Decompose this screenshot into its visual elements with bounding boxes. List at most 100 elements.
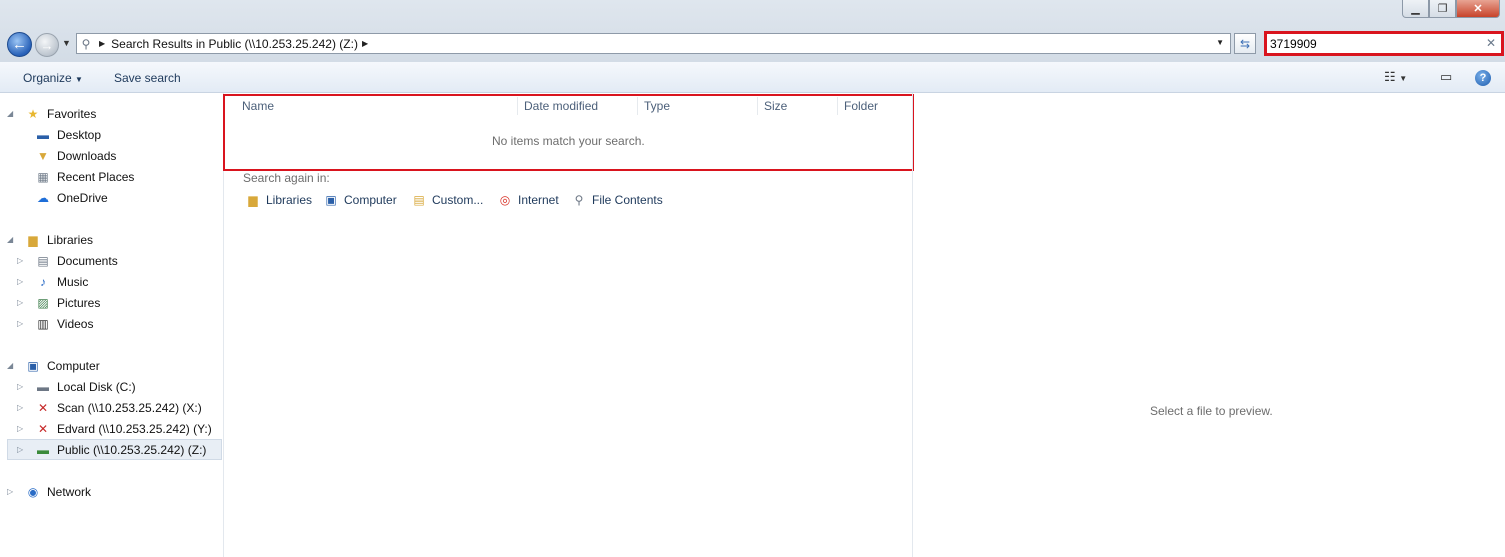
expand-icon[interactable]: ▷ [17, 319, 23, 328]
picture-icon: ▨ [37, 295, 49, 310]
help-icon: ? [1479, 72, 1487, 84]
nav-item-onedrive[interactable]: ☁ OneDrive [35, 187, 108, 208]
arrow-left-icon: ← [12, 36, 27, 53]
search-icon: ⚲ [81, 36, 91, 51]
cloud-icon: ☁ [37, 190, 49, 205]
nav-item-pictures[interactable]: ▷ ▨ Pictures [17, 292, 101, 313]
expand-icon[interactable]: ▷ [17, 256, 23, 265]
nav-label: Scan (\\10.253.25.242) (X:) [57, 400, 202, 415]
recent-pages-dropdown[interactable]: ▼ [62, 38, 71, 48]
address-dropdown-icon[interactable]: ▼ [1216, 38, 1224, 47]
expand-icon[interactable]: ◢ [7, 109, 13, 118]
search-box[interactable]: ✕ [1264, 31, 1504, 56]
expand-icon[interactable]: ▷ [17, 382, 23, 391]
organize-label: Organize [23, 71, 72, 85]
nav-item-scan-drive[interactable]: ▷ ✕ Scan (\\10.253.25.242) (X:) [17, 397, 202, 418]
nav-item-local-disk[interactable]: ▷ ▬ Local Disk (C:) [17, 376, 136, 397]
close-button[interactable]: ✕ [1456, 0, 1500, 18]
breadcrumb-arrow-icon[interactable]: ▶ [362, 39, 368, 48]
library-folder-icon: ▆ [248, 193, 258, 207]
desktop-icon: ▬ [37, 127, 49, 142]
nav-label: Documents [57, 253, 118, 268]
computer-icon: ▣ [325, 193, 337, 207]
back-button[interactable]: ← [7, 32, 32, 57]
maximize-button[interactable]: ❐ [1429, 0, 1456, 18]
address-bar[interactable]: ⚲ ▶ Search Results in Public (\\10.253.2… [76, 33, 1231, 54]
nav-network[interactable]: ▷ ◉ Network [7, 481, 92, 502]
disconnected-network-drive-icon: ✕ [37, 421, 49, 436]
preview-pane-icon: ▭ [1440, 69, 1453, 84]
link-label: Custom... [432, 193, 484, 207]
expand-icon[interactable]: ◢ [7, 361, 13, 370]
nav-item-music[interactable]: ▷ ♪ Music [17, 271, 89, 292]
nav-label: Favorites [47, 106, 97, 121]
preview-pane-divider[interactable] [912, 93, 913, 557]
organize-button[interactable]: Organize ▼ [23, 71, 83, 85]
search-again-computer[interactable]: ▣ Computer [323, 193, 396, 207]
nav-item-public-drive[interactable]: ▷ ▬ Public (\\10.253.25.242) (Z:) [7, 439, 222, 460]
nav-label: Pictures [57, 295, 101, 310]
network-drive-icon: ▬ [37, 442, 49, 457]
link-label: File Contents [592, 193, 663, 207]
expand-icon[interactable]: ▷ [17, 445, 23, 454]
arrow-right-icon: → [40, 37, 54, 53]
search-again-label: Search again in: [243, 171, 330, 185]
nav-label: Libraries [47, 232, 94, 247]
nav-item-videos[interactable]: ▷ ▥ Videos [17, 313, 94, 334]
clear-search-icon[interactable]: ✕ [1486, 36, 1496, 50]
custom-folder-icon: ▤ [413, 193, 425, 207]
title-bar: ▁ ❐ ✕ ← → ▼ ⚲ ▶ Search Results in Public… [0, 0, 1505, 62]
results-highlight-box [223, 94, 914, 171]
document-icon: ▤ [37, 253, 49, 268]
downloads-folder-icon: ▼ [37, 148, 49, 163]
link-label: Internet [518, 193, 559, 207]
hard-drive-icon: ▬ [37, 379, 49, 394]
preview-pane-button[interactable]: ▭ [1440, 69, 1452, 85]
details-view-icon: ☷ [1384, 69, 1396, 84]
nav-item-downloads[interactable]: ▼ Downloads [35, 145, 116, 166]
preview-message: Select a file to preview. [1150, 404, 1273, 418]
search-again-file-contents[interactable]: ⚲ File Contents [571, 193, 663, 207]
library-folder-icon: ▆ [28, 232, 38, 247]
search-input[interactable] [1267, 36, 1473, 51]
refresh-button[interactable]: ⇆ [1234, 33, 1256, 54]
expand-icon[interactable]: ▷ [17, 298, 23, 307]
expand-icon[interactable]: ▷ [7, 487, 13, 496]
refresh-icon: ⇆ [1239, 36, 1251, 51]
save-search-button[interactable]: Save search [114, 71, 181, 85]
nav-favorites[interactable]: ◢ ★ Favorites [7, 103, 97, 124]
forward-button[interactable]: → [35, 33, 59, 57]
help-button[interactable]: ? [1475, 70, 1491, 86]
expand-icon[interactable]: ▷ [17, 403, 23, 412]
search-again-internet[interactable]: ◎ Internet [497, 193, 559, 207]
link-label: Libraries [266, 193, 313, 207]
nav-libraries[interactable]: ◢ ▆ Libraries [7, 229, 94, 250]
nav-item-recent-places[interactable]: ▦ Recent Places [35, 166, 134, 187]
nav-computer[interactable]: ◢ ▣ Computer [7, 355, 100, 376]
command-toolbar: Organize ▼ Save search ☷ ▼ ▭ [0, 62, 1505, 93]
nav-item-desktop[interactable]: ▬ Desktop [35, 124, 101, 145]
expand-icon[interactable]: ▷ [17, 277, 23, 286]
film-icon: ▥ [37, 316, 49, 331]
search-again-custom[interactable]: ▤ Custom... [411, 193, 483, 207]
nav-item-edvard-drive[interactable]: ▷ ✕ Edvard (\\10.253.25.242) (Y:) [17, 418, 212, 439]
breadcrumb-arrow-icon[interactable]: ▶ [99, 39, 105, 48]
nav-label: Computer [47, 358, 100, 373]
minimize-button[interactable]: ▁ [1402, 0, 1429, 18]
nav-label: Recent Places [57, 169, 135, 184]
computer-icon: ▣ [27, 358, 39, 373]
expand-icon[interactable]: ◢ [7, 235, 13, 244]
expand-icon[interactable]: ▷ [17, 424, 23, 433]
nav-label: Downloads [57, 148, 117, 163]
breadcrumb[interactable]: Search Results in Public (\\10.253.25.24… [111, 37, 358, 51]
nav-label: Music [57, 274, 89, 289]
nav-item-documents[interactable]: ▷ ▤ Documents [17, 250, 118, 271]
chrome-icon: ◎ [499, 193, 511, 207]
nav-label: Network [47, 484, 92, 499]
change-view-button[interactable]: ☷ ▼ [1384, 69, 1407, 85]
search-again-libraries[interactable]: ▆ Libraries [245, 193, 312, 207]
network-icon: ◉ [27, 484, 39, 499]
nav-label: Videos [57, 316, 94, 331]
window-controls: ▁ ❐ ✕ [1402, 0, 1500, 18]
file-search-icon: ⚲ [574, 193, 584, 207]
